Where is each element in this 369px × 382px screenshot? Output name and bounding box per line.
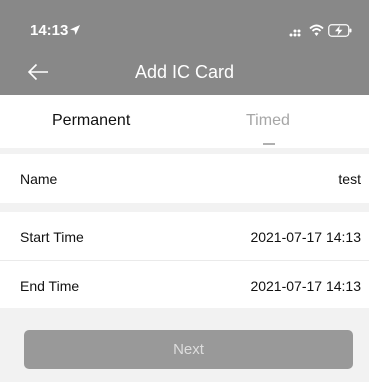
end-time-value[interactable]: 2021-07-17 14:13 [250,278,361,294]
end-time-row[interactable]: End Time 2021-07-17 14:13 [0,261,369,308]
name-value[interactable]: test [338,171,361,187]
battery-charging-icon [328,24,352,37]
next-button[interactable]: Next [24,330,353,369]
start-time-value[interactable]: 2021-07-17 14:13 [250,229,361,245]
end-time-label: End Time [20,278,80,294]
page-title: Add IC Card [134,62,235,82]
status-time: 14:13 [30,22,69,39]
name-label: Name [20,171,58,187]
signal-icon [289,29,301,37]
name-row[interactable]: Name test [0,154,369,203]
tab-indicator [263,143,275,145]
tab-permanent[interactable]: Permanent [52,112,130,130]
tab-timed[interactable]: Timed [246,112,290,130]
wifi-icon [309,24,324,36]
start-time-label: Start Time [20,229,84,245]
tab-bar: Permanent Timed [0,95,369,148]
start-time-row[interactable]: Start Time 2021-07-17 14:13 [0,212,369,261]
location-arrow-icon [70,25,80,35]
app-header: 14:13 Add IC Card [0,0,369,95]
